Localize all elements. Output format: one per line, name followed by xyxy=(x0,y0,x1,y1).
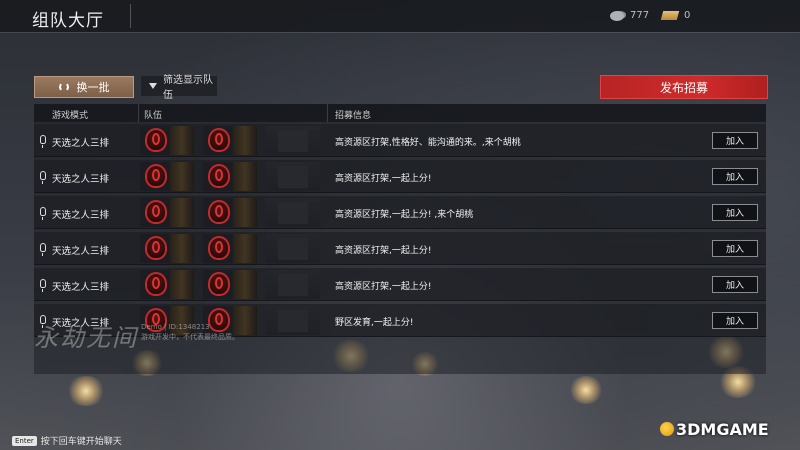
refresh-label: 换一批 xyxy=(76,81,110,94)
demo-id: Demo | ID:1348213 xyxy=(141,323,210,331)
silver-amount: 777 xyxy=(630,10,650,21)
page-title: 组队大厅 xyxy=(32,11,104,31)
slot-background xyxy=(233,270,257,299)
slot-background xyxy=(233,198,257,227)
team-emblem-icon xyxy=(208,128,230,152)
gold-currency: 0 xyxy=(660,10,691,21)
join-button[interactable]: 加入 xyxy=(712,204,758,221)
game-mode: 天选之人三排 xyxy=(52,138,110,149)
chat-hint-text: 按下回车键开始聊天 xyxy=(40,437,122,447)
empty-slot xyxy=(266,198,320,227)
join-button[interactable]: 加入 xyxy=(712,312,758,329)
recruit-info: 高资源区打架,一起上分! xyxy=(335,246,432,256)
recruit-info: 野区发育,一起上分! xyxy=(335,318,414,328)
slot-background xyxy=(170,126,194,155)
team-member-slot xyxy=(140,270,194,299)
filter-icon xyxy=(149,83,157,89)
team-emblem-icon xyxy=(145,236,167,260)
game-mode: 天选之人三排 xyxy=(52,210,110,221)
recruit-info: 高资源区打架,一起上分! ,来个胡桃 xyxy=(335,210,474,220)
refresh-button[interactable]: 换一批 xyxy=(34,76,134,98)
team-member-slot xyxy=(203,126,257,155)
team-member-slot xyxy=(203,270,257,299)
slot-background xyxy=(233,126,257,155)
gold-bar-icon xyxy=(660,11,680,20)
join-button[interactable]: 加入 xyxy=(712,276,758,293)
team-member-slot xyxy=(203,162,257,191)
mic-icon xyxy=(40,243,46,256)
filter-label: 筛选显示队伍 xyxy=(163,75,213,101)
table-row: 天选之人三排 高资源区打架,一起上分! ,来个胡桃 加入 xyxy=(34,196,766,229)
mic-icon xyxy=(40,207,46,220)
column-header-mode: 游戏模式 xyxy=(52,111,89,121)
team-emblem-icon xyxy=(208,236,230,260)
game-mode: 天选之人三排 xyxy=(52,174,110,185)
chat-hint: Enter 按下回车键开始聊天 xyxy=(12,434,122,447)
publish-recruit-button[interactable]: 发布招募 xyxy=(600,75,768,99)
team-member-slot xyxy=(203,234,257,263)
slot-background xyxy=(170,162,194,191)
column-header-team: 队伍 xyxy=(144,111,163,121)
empty-slot xyxy=(266,306,320,335)
team-emblem-icon xyxy=(145,164,167,188)
column-header-info: 招募信息 xyxy=(335,111,372,121)
game-mode: 天选之人三排 xyxy=(52,246,110,257)
empty-slot xyxy=(266,234,320,263)
silver-currency: 777 xyxy=(610,10,649,21)
column-divider xyxy=(138,104,139,122)
table-header: 游戏模式 队伍 招募信息 xyxy=(34,104,766,122)
slot-background xyxy=(170,198,194,227)
mic-icon xyxy=(40,279,46,292)
site-logo: 3DMGAME xyxy=(676,420,769,439)
team-emblem-icon xyxy=(208,200,230,224)
team-member-slot xyxy=(140,198,194,227)
site-logo-icon xyxy=(660,422,674,436)
team-emblem-icon xyxy=(145,128,167,152)
team-emblem-icon xyxy=(145,272,167,296)
demo-notice: Demo | ID:1348213 游戏开发中，不代表最终品质。 xyxy=(141,322,239,342)
enter-key-badge: Enter xyxy=(12,435,37,446)
table-row: 天选之人三排 高资源区打架,性格好、能沟通的来。,来个胡桃 加入 xyxy=(34,124,766,157)
recruit-info: 高资源区打架,一起上分! xyxy=(335,282,432,292)
table-row: 天选之人三排 高资源区打架,一起上分! 加入 xyxy=(34,232,766,265)
join-button[interactable]: 加入 xyxy=(712,240,758,257)
team-member-slot xyxy=(140,162,194,191)
table-row: 天选之人三排 高资源区打架,一起上分! 加入 xyxy=(34,268,766,301)
team-member-slot xyxy=(140,234,194,263)
recruit-info: 高资源区打架,性格好、能沟通的来。,来个胡桃 xyxy=(335,138,521,148)
silver-coin-icon xyxy=(610,10,624,21)
team-emblem-icon xyxy=(208,272,230,296)
game-mode: 天选之人三排 xyxy=(52,282,110,293)
filter-button[interactable]: 筛选显示队伍 xyxy=(141,75,217,101)
header-divider xyxy=(0,32,800,33)
lantern-light xyxy=(66,376,106,406)
empty-slot xyxy=(266,162,320,191)
team-emblem-icon xyxy=(145,200,167,224)
team-emblem-icon xyxy=(208,164,230,188)
empty-slot xyxy=(266,126,320,155)
gold-amount: 0 xyxy=(684,10,691,21)
refresh-icon xyxy=(58,82,69,92)
slot-background xyxy=(170,270,194,299)
lantern-light xyxy=(568,376,604,404)
slot-background xyxy=(233,162,257,191)
team-member-slot xyxy=(203,198,257,227)
top-bar: 组队大厅 777 0 xyxy=(0,0,800,32)
mic-icon xyxy=(40,135,46,148)
recruit-info: 高资源区打架,一起上分! xyxy=(335,174,432,184)
title-divider xyxy=(130,4,131,28)
slot-background xyxy=(233,234,257,263)
team-member-slot xyxy=(140,126,194,155)
game-logo-watermark: 永劫无间 xyxy=(34,324,138,352)
mic-icon xyxy=(40,171,46,184)
column-divider xyxy=(327,104,328,122)
join-button[interactable]: 加入 xyxy=(712,168,758,185)
join-button[interactable]: 加入 xyxy=(712,132,758,149)
demo-disclaimer: 游戏开发中，不代表最终品质。 xyxy=(141,333,239,341)
slot-background xyxy=(170,234,194,263)
empty-slot xyxy=(266,270,320,299)
table-row: 天选之人三排 高资源区打架,一起上分! 加入 xyxy=(34,160,766,193)
